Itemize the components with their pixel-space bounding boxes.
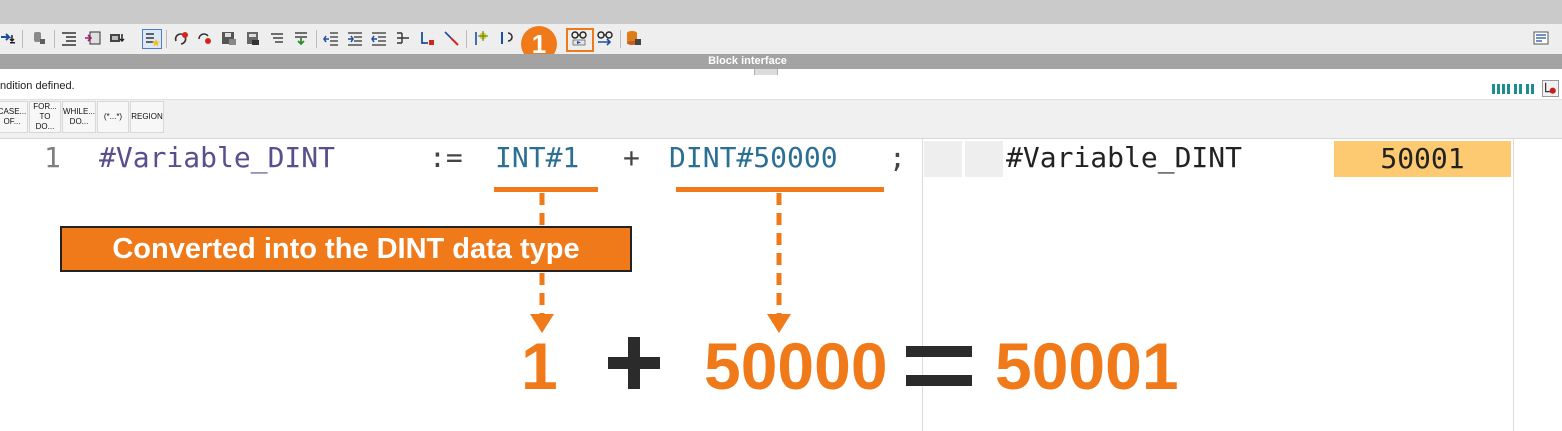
keyword-case-button[interactable]: CASE... OF...: [0, 101, 28, 133]
toolbar-separator: [316, 30, 317, 48]
keyword-while-button[interactable]: WHILE... DO...: [62, 101, 96, 133]
toolbar-separator: [22, 30, 23, 48]
tree-icon[interactable]: [394, 29, 412, 47]
download-arrow-icon[interactable]: [0, 29, 18, 47]
monitoring-highlight-box: [566, 28, 594, 52]
right-indent-icon[interactable]: [346, 29, 364, 47]
block-interface-title: Block interface: [708, 55, 787, 67]
toolbar-separator: [620, 30, 621, 48]
code-operand-dint[interactable]: DINT#50000: [669, 139, 838, 177]
monitor-cell: [965, 141, 1003, 177]
database-icon[interactable]: [624, 29, 642, 47]
annotation-result: 50001: [995, 329, 1179, 403]
annotation-operand-2: 50000: [704, 329, 888, 403]
keyword-label: OF...: [3, 117, 21, 126]
monitor-cell: [924, 141, 962, 177]
code-target-variable[interactable]: #Variable_DINT: [99, 139, 335, 177]
code-terminator: ;: [889, 141, 906, 174]
keyword-label: CASE...: [0, 107, 27, 116]
star-list-icon[interactable]: [142, 29, 162, 49]
monitor-variable-name: #Variable_DINT: [1006, 141, 1243, 174]
keyword-label: FOR...: [33, 102, 57, 111]
monitoring-modify-icon[interactable]: [596, 29, 614, 47]
code-operand-int[interactable]: INT#1: [495, 139, 579, 177]
red-line-icon[interactable]: [442, 29, 460, 47]
bracket-icon[interactable]: [418, 29, 436, 47]
keyword-bar: [0, 100, 1562, 139]
list-arrow-icon[interactable]: [84, 29, 102, 47]
equals-symbol: [906, 346, 972, 386]
reset-red-icon[interactable]: [172, 29, 190, 47]
toolbar-separator: [466, 30, 467, 48]
breakpoint-button[interactable]: [1542, 80, 1559, 97]
conversion-callout: Converted into the DINT data type: [60, 226, 632, 272]
code-assign-operator: :=: [429, 141, 463, 174]
cylinder-icon[interactable]: [30, 29, 48, 47]
annotation-operand-1: 1: [521, 329, 558, 403]
line-number: 1: [44, 141, 61, 174]
right-scroll-area[interactable]: [1513, 139, 1562, 431]
keyword-label: DO...: [69, 117, 89, 126]
ladder-icon[interactable]: [1492, 82, 1536, 94]
keyword-region-button[interactable]: REGION: [130, 101, 164, 133]
monitor-variable-value: 50001: [1334, 141, 1511, 177]
keyword-label: TO DO...: [35, 112, 55, 131]
toolbar-separator: [54, 30, 55, 48]
outdent-icon[interactable]: [370, 29, 388, 47]
code-plus-operator: +: [623, 141, 640, 174]
module-down-icon[interactable]: [108, 29, 126, 47]
disk-icon[interactable]: [220, 29, 238, 47]
go-red-icon[interactable]: [196, 29, 214, 47]
toolbar-separator: [166, 30, 167, 48]
save-icon[interactable]: [244, 29, 262, 47]
plus-symbol: [608, 337, 660, 389]
keyword-label: WHILE...: [63, 107, 96, 116]
info-text: ndition defined.: [0, 80, 75, 92]
keyword-label: REGION: [131, 112, 163, 121]
panel-toggle-icon[interactable]: [1532, 29, 1550, 47]
back-icon[interactable]: [496, 29, 514, 47]
keyword-label: (*...*): [103, 112, 123, 121]
info-bar: [0, 75, 1562, 100]
list-indent-icon[interactable]: [60, 29, 78, 47]
breakpoint-icon: [1545, 82, 1556, 94]
toolbar: [0, 24, 1562, 55]
lines-icon[interactable]: [268, 29, 286, 47]
green-down-icon[interactable]: [292, 29, 310, 47]
keyword-for-button[interactable]: FOR... TO DO...: [29, 101, 61, 133]
title-bar: [0, 0, 1562, 24]
keyword-comment-button[interactable]: (*...*): [97, 101, 129, 133]
flag-star-icon[interactable]: [472, 29, 490, 47]
left-indent-icon[interactable]: [322, 29, 340, 47]
